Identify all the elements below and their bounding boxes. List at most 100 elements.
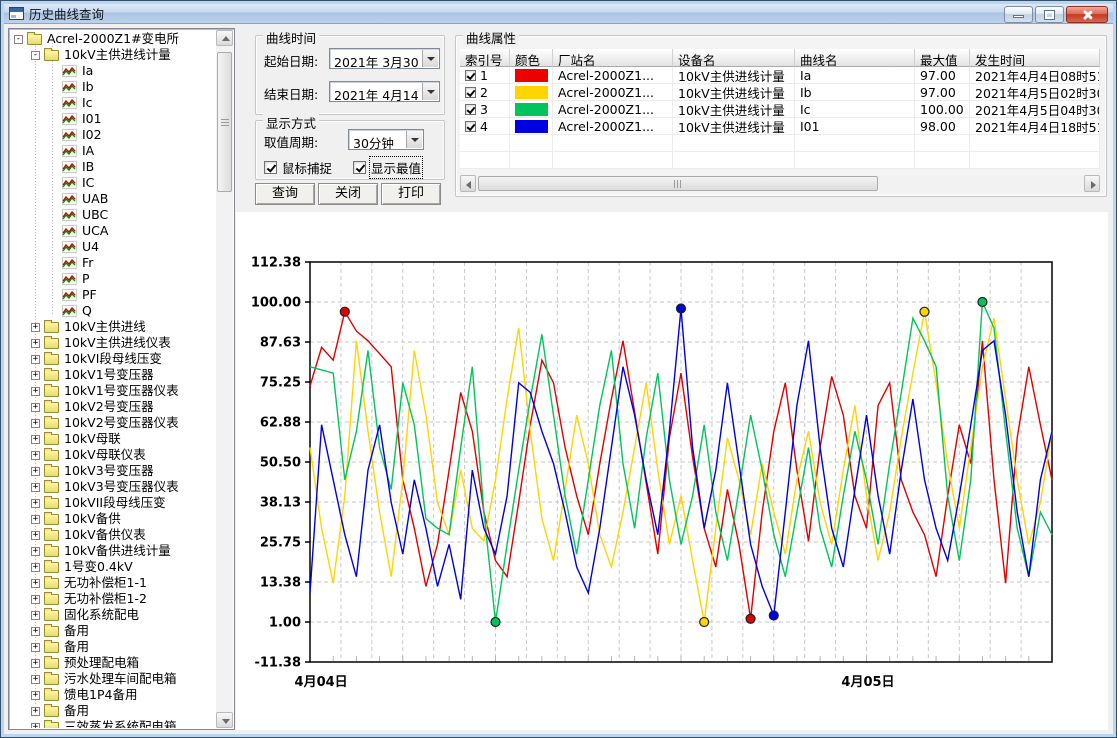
expand-icon[interactable]: + [31, 451, 40, 460]
tree-item[interactable]: IB [10, 159, 215, 175]
table-row[interactable]: 3Acrel-2000Z1...10kV主供进线计量Ic100.002021年4… [460, 101, 1100, 118]
table-row[interactable] [460, 135, 1100, 152]
history-curve-chart[interactable]: 112.38100.0087.6375.2562.8850.5038.1325.… [236, 212, 1108, 730]
expand-icon[interactable]: + [31, 723, 40, 729]
tree-item[interactable]: -Acrel-2000Z1#变电所 [10, 31, 215, 47]
expand-icon[interactable]: + [31, 675, 40, 684]
tree-item[interactable]: +10kV1号变压器仪表 [10, 383, 215, 399]
scroll-right-button[interactable] [1084, 175, 1100, 192]
scroll-up-button[interactable] [216, 30, 233, 46]
expand-icon[interactable]: + [31, 627, 40, 636]
expand-icon[interactable]: + [31, 323, 40, 332]
expand-icon[interactable]: + [31, 467, 40, 476]
tree-item[interactable]: +备用 [10, 703, 215, 719]
tree-item[interactable]: Ib [10, 79, 215, 95]
expand-icon[interactable]: + [31, 483, 40, 492]
expand-icon[interactable]: + [31, 339, 40, 348]
query-button[interactable]: 查询 [255, 183, 315, 205]
tree-item[interactable]: +污水处理车间配电箱 [10, 671, 215, 687]
period-dropdown-button[interactable] [406, 131, 422, 148]
tree-item[interactable]: Q [10, 303, 215, 319]
table-scrollbar-thumb[interactable] [478, 176, 878, 191]
tree-item[interactable]: +10kV2号变压器仪表 [10, 415, 215, 431]
tree-item[interactable]: +10kV1号变压器 [10, 367, 215, 383]
tree-item[interactable]: IC [10, 175, 215, 191]
tree-item[interactable]: +10kV3号变压器 [10, 463, 215, 479]
expand-icon[interactable]: + [31, 515, 40, 524]
row-checkbox[interactable] [465, 104, 476, 115]
row-checkbox[interactable] [465, 70, 476, 81]
tree-item[interactable]: U4 [10, 239, 215, 255]
table-row[interactable]: 2Acrel-2000Z1...10kV主供进线计量Ib97.002021年4月… [460, 84, 1100, 101]
expand-icon[interactable]: + [31, 531, 40, 540]
tree-item[interactable]: +10kV备供 [10, 511, 215, 527]
column-header[interactable]: 颜色 [510, 49, 553, 67]
column-header[interactable]: 曲线名 [795, 49, 915, 67]
start-date-dropdown-button[interactable] [422, 50, 438, 67]
print-button[interactable]: 打印 [381, 183, 441, 205]
tree-item[interactable]: +10kVII段母线压变 [10, 495, 215, 511]
table-horizontal-scrollbar[interactable] [460, 175, 1100, 192]
expand-icon[interactable]: + [31, 387, 40, 396]
tree-item[interactable]: +10kV备供进线计量 [10, 543, 215, 559]
collapse-icon[interactable]: - [31, 51, 40, 60]
expand-icon[interactable]: + [31, 659, 40, 668]
row-checkbox[interactable] [465, 87, 476, 98]
show-extremes-checkbox[interactable] [353, 161, 366, 174]
tree-item[interactable]: +备用 [10, 639, 215, 655]
column-header[interactable]: 索引号 [460, 49, 510, 67]
tree-item[interactable]: I01 [10, 111, 215, 127]
tree-item[interactable]: +10kV母联仪表 [10, 447, 215, 463]
column-header[interactable]: 发生时间 [970, 49, 1100, 67]
expand-icon[interactable]: + [31, 547, 40, 556]
minimize-button[interactable] [1004, 6, 1033, 23]
tree-item[interactable]: Ic [10, 95, 215, 111]
tree-item[interactable]: IA [10, 143, 215, 159]
expand-icon[interactable]: + [31, 403, 40, 412]
tree-item[interactable]: UAB [10, 191, 215, 207]
expand-icon[interactable]: + [31, 579, 40, 588]
tree-item[interactable]: +备用 [10, 623, 215, 639]
column-header[interactable]: 设备名 [673, 49, 795, 67]
expand-icon[interactable]: + [31, 355, 40, 364]
expand-icon[interactable]: + [31, 499, 40, 508]
tree-item[interactable]: +10kVI段母线压变 [10, 351, 215, 367]
expand-icon[interactable]: + [31, 611, 40, 620]
tree-item[interactable]: +三效蒸发系统配电箱 [10, 719, 215, 728]
expand-icon[interactable]: + [31, 419, 40, 428]
mouse-capture-checkbox[interactable] [264, 161, 277, 174]
column-header[interactable]: 最大值 [915, 49, 970, 67]
tree-item[interactable]: +馈电1P4备用 [10, 687, 215, 703]
close-button[interactable] [1066, 6, 1108, 23]
tree-item[interactable]: +10kV主供进线仪表 [10, 335, 215, 351]
restore-button[interactable] [1035, 6, 1064, 23]
tree-item[interactable]: +10kV3号变压器仪表 [10, 479, 215, 495]
titlebar[interactable]: 历史曲线查询 [4, 4, 1113, 24]
close-dialog-button[interactable]: 关闭 [318, 183, 378, 205]
tree-item[interactable]: +无功补偿柜1-1 [10, 575, 215, 591]
end-date-combobox[interactable]: 2021年 4月14 [329, 81, 440, 102]
scroll-left-button[interactable] [460, 175, 476, 192]
table-row[interactable]: 1Acrel-2000Z1...10kV主供进线计量Ia97.002021年4月… [460, 67, 1100, 84]
tree-item[interactable]: +1号变0.4kV [10, 559, 215, 575]
expand-icon[interactable]: + [31, 691, 40, 700]
tree-vertical-scrollbar[interactable] [216, 30, 233, 728]
table-row[interactable]: 4Acrel-2000Z1...10kV主供进线计量I0198.002021年4… [460, 118, 1100, 135]
tree-item[interactable]: Ia [10, 63, 215, 79]
expand-icon[interactable]: + [31, 371, 40, 380]
collapse-icon[interactable]: - [14, 35, 23, 44]
tree-item[interactable]: UCA [10, 223, 215, 239]
tree-item[interactable]: UBC [10, 207, 215, 223]
expand-icon[interactable]: + [31, 707, 40, 716]
tree-item[interactable]: -10kV主供进线计量 [10, 47, 215, 63]
expand-icon[interactable]: + [31, 563, 40, 572]
tree-item[interactable]: P [10, 271, 215, 287]
tree-item[interactable]: I02 [10, 127, 215, 143]
tree-item[interactable]: +10kV主供进线 [10, 319, 215, 335]
tree-item[interactable]: +10kV2号变压器 [10, 399, 215, 415]
table-row[interactable] [460, 152, 1100, 169]
expand-icon[interactable]: + [31, 435, 40, 444]
tree-item[interactable]: +无功补偿柜1-2 [10, 591, 215, 607]
tree-item[interactable]: +预处理配电箱 [10, 655, 215, 671]
start-date-combobox[interactable]: 2021年 3月30 [329, 48, 440, 69]
